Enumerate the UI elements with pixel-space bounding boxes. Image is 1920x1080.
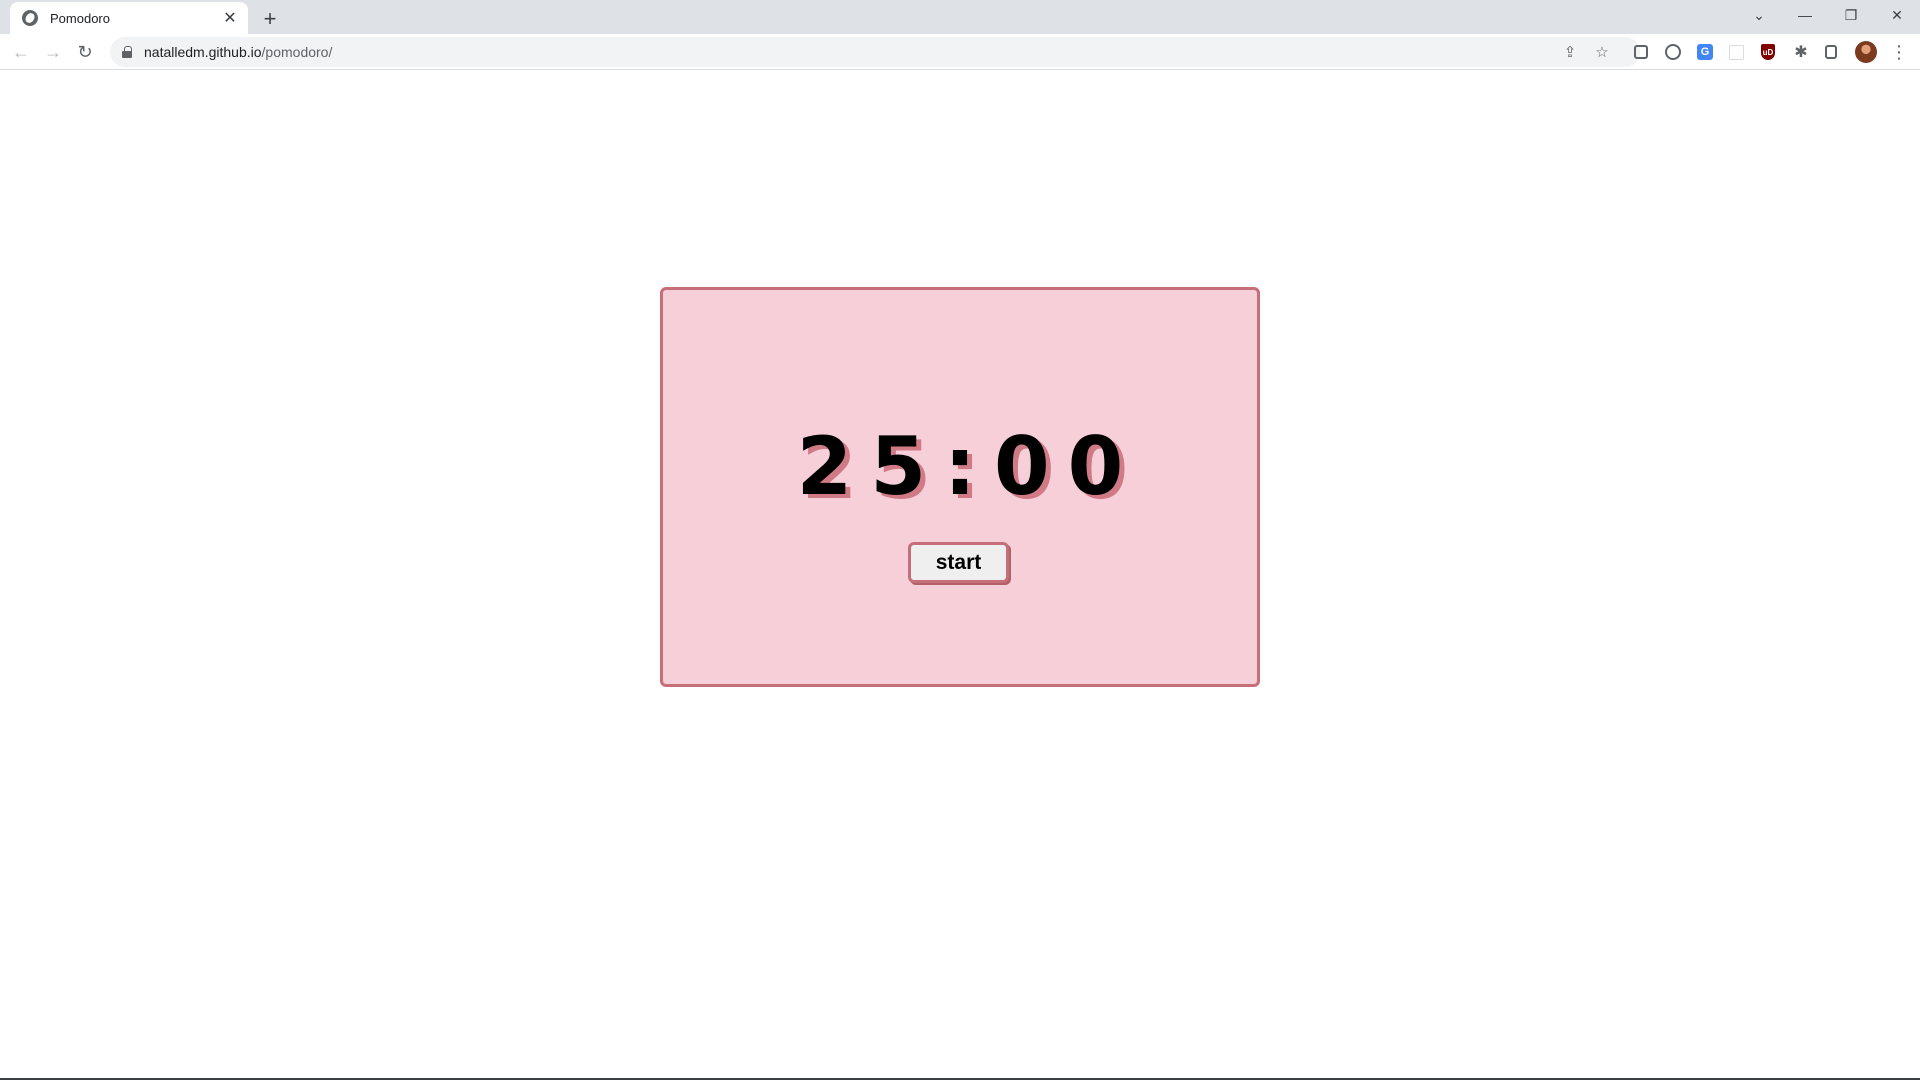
share-icon[interactable]: ⇪ <box>1562 44 1578 61</box>
back-button[interactable]: ← <box>7 38 35 66</box>
globe-icon <box>22 10 38 26</box>
timer-card: 25:00 start <box>660 287 1260 687</box>
extensions-puzzle-icon[interactable]: ✱ <box>1792 43 1810 61</box>
address-bar[interactable]: natalledm.github.io/pomodoro/ ⇪ ☆ <box>110 37 1640 67</box>
side-panel-icon[interactable] <box>1825 45 1837 59</box>
browser-menu-icon[interactable]: ⋮ <box>1890 42 1908 62</box>
minimize-button[interactable]: — <box>1782 0 1828 30</box>
profile-avatar[interactable] <box>1855 41 1877 63</box>
tab-title: Pomodoro <box>50 10 110 26</box>
bookmark-star-icon[interactable]: ☆ <box>1594 44 1610 61</box>
tab-strip: Pomodoro ✕ + ⌄ — ❐ ✕ <box>0 0 1920 34</box>
browser-tab[interactable]: Pomodoro ✕ <box>10 2 248 34</box>
browser-toolbar: ← → ↻ natalledm.github.io/pomodoro/ ⇪ ☆ … <box>0 34 1920 70</box>
ublock-shield-icon[interactable]: uD <box>1761 44 1775 60</box>
extension-password-icon[interactable] <box>1665 44 1681 60</box>
start-button[interactable]: start <box>908 542 1009 583</box>
timer-display: 25:00 <box>796 420 1142 513</box>
extension-blank-icon[interactable] <box>1729 45 1744 60</box>
url-path: /pomodoro/ <box>261 44 333 60</box>
tab-search-button[interactable]: ⌄ <box>1736 0 1782 30</box>
lock-icon[interactable] <box>122 46 132 58</box>
tab-close-icon[interactable]: ✕ <box>220 8 240 28</box>
restore-button[interactable]: ❐ <box>1828 0 1874 30</box>
url-host: natalledm.github.io <box>144 44 262 60</box>
reload-button[interactable]: ↻ <box>71 38 99 66</box>
extension-screenshot-icon[interactable] <box>1634 45 1648 59</box>
page-content: 25:00 start <box>0 71 1920 1078</box>
translate-extension-icon[interactable]: G <box>1697 44 1713 60</box>
close-window-button[interactable]: ✕ <box>1874 0 1920 30</box>
new-tab-button[interactable]: + <box>256 5 284 33</box>
forward-button[interactable]: → <box>39 38 67 66</box>
url-text[interactable]: natalledm.github.io/pomodoro/ <box>144 44 332 60</box>
